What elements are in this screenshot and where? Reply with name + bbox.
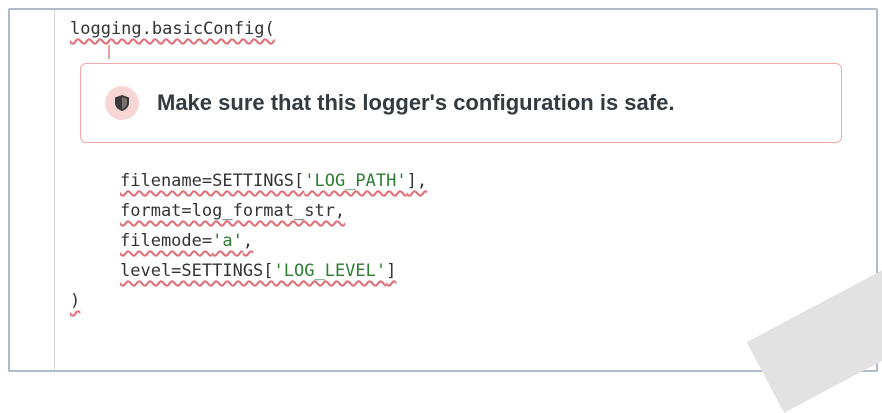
- string-literal: 'LOG_PATH': [304, 171, 407, 191]
- code-text: ): [70, 291, 81, 311]
- line-gutter: [10, 10, 55, 370]
- code-line-call[interactable]: logging.basicConfig(: [70, 18, 275, 40]
- code-text: ],: [406, 171, 428, 191]
- code-text: level=SETTINGS[: [120, 261, 274, 281]
- string-literal: 'LOG_LEVEL': [273, 261, 387, 281]
- string-literal: 'a': [212, 231, 243, 251]
- shield-icon: [105, 86, 139, 120]
- code-line-close[interactable]: ): [70, 290, 80, 312]
- code-text: filename=SETTINGS[: [120, 171, 305, 191]
- code-text: ,: [242, 231, 254, 251]
- code-text: ]: [386, 261, 397, 281]
- security-hotspot-message[interactable]: Make sure that this logger's configurati…: [80, 63, 842, 143]
- issue-connector: [108, 45, 110, 59]
- code-line-filemode[interactable]: filemode='a',: [120, 230, 253, 252]
- code-text: logging.basicConfig(: [70, 19, 275, 39]
- code-line-filename[interactable]: filename=SETTINGS['LOG_PATH'],: [120, 170, 427, 192]
- issue-message: Make sure that this logger's configurati…: [157, 90, 675, 115]
- code-text: format=log_format_str,: [120, 201, 346, 221]
- code-line-level[interactable]: level=SETTINGS['LOG_LEVEL']: [120, 260, 396, 282]
- code-text: filemode=: [120, 231, 213, 251]
- code-line-format[interactable]: format=log_format_str,: [120, 200, 345, 222]
